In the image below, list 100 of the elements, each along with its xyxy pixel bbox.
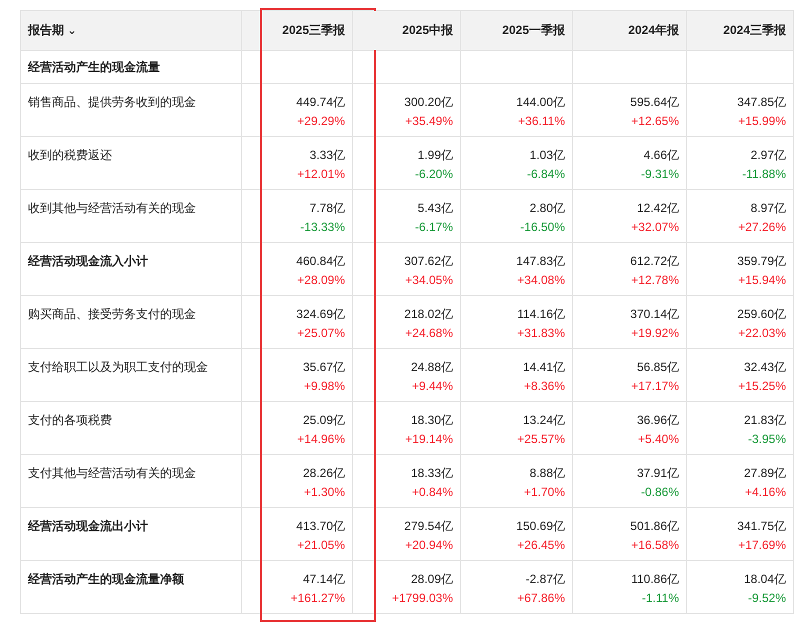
value-text: 144.00亿	[515, 94, 565, 111]
value-text: 1.03亿	[528, 147, 565, 164]
row-label: 销售商品、提供劳务收到的现金	[20, 84, 242, 136]
value-text: 612.72亿	[629, 253, 679, 270]
change-text: -3.95%	[746, 431, 786, 448]
value-text: 5.43亿	[416, 200, 453, 217]
change-text: +27.26%	[737, 219, 786, 236]
column-header: 2024年报	[572, 10, 686, 50]
section-title: 经营活动产生的现金流量	[20, 50, 242, 84]
value-text: 1.99亿	[416, 147, 453, 164]
value-text: 24.88亿	[410, 359, 453, 376]
change-text: +28.09%	[296, 272, 345, 289]
change-text: +1.70%	[522, 484, 565, 501]
row-label: 购买商品、接受劳务支付的现金	[20, 296, 242, 348]
value-text: 347.85亿	[736, 94, 786, 111]
change-text: +32.07%	[630, 219, 679, 236]
change-text: +161.27%	[290, 590, 345, 607]
change-text: +9.44%	[410, 378, 453, 395]
value-text: 12.42亿	[636, 200, 679, 217]
change-text: +31.83%	[516, 325, 565, 342]
value-text: 14.41亿	[522, 359, 565, 376]
row-label: 经营活动产生的现金流量净额	[20, 560, 242, 614]
change-text: +22.03%	[737, 325, 786, 342]
value-text: 3.33亿	[308, 147, 345, 164]
value-text: 110.86亿	[630, 571, 679, 588]
value-text: 370.14亿	[629, 306, 679, 323]
change-text: +35.49%	[404, 113, 453, 130]
change-text: +26.45%	[516, 537, 565, 554]
value-text: 28.09亿	[410, 571, 453, 588]
change-text: +4.16%	[744, 484, 786, 501]
change-text: +5.40%	[636, 431, 679, 448]
value-text: 4.66亿	[642, 147, 679, 164]
change-text: +34.08%	[516, 272, 565, 289]
value-text: 27.89亿	[742, 465, 786, 482]
row-label: 支付给职工以及为职工支付的现金	[20, 348, 242, 402]
column-header: 2025中报	[352, 10, 460, 50]
value-text: 460.84亿	[295, 253, 345, 270]
value-text: 7.78亿	[308, 200, 345, 217]
value-text: 35.67亿	[302, 359, 345, 376]
value-text: 13.24亿	[522, 412, 565, 429]
change-text: +15.25%	[737, 378, 786, 395]
value-text: 18.04亿	[742, 571, 786, 588]
change-text: +1799.03%	[390, 590, 453, 607]
change-text: +19.14%	[404, 431, 453, 448]
change-text: +8.36%	[522, 378, 565, 395]
value-text: 8.97亿	[750, 200, 786, 217]
change-text: +24.68%	[404, 325, 453, 342]
change-text: -1.11%	[640, 590, 679, 607]
value-text: 8.88亿	[528, 465, 565, 482]
value-text: 324.69亿	[295, 306, 345, 323]
row-label: 收到的税费返还	[20, 136, 242, 190]
value-text: 150.69亿	[515, 518, 565, 535]
value-text: 218.02亿	[403, 306, 453, 323]
change-text: +12.65%	[630, 113, 679, 130]
value-text: 341.75亿	[736, 518, 786, 535]
column-header: 2024三季报	[686, 10, 794, 50]
value-text: 21.83亿	[742, 412, 786, 429]
change-text: +15.94%	[737, 272, 786, 289]
value-text: 37.91亿	[636, 465, 679, 482]
value-text: 114.16亿	[516, 306, 565, 323]
value-text: 28.26亿	[302, 465, 345, 482]
value-text: 25.09亿	[302, 412, 345, 429]
row-label: 支付其他与经营活动有关的现金	[20, 454, 242, 508]
value-text: 32.43亿	[742, 359, 786, 376]
value-text: 259.60亿	[736, 306, 786, 323]
value-text: 18.30亿	[410, 412, 453, 429]
change-text: +15.99%	[737, 113, 786, 130]
row-label: 经营活动现金流出小计	[20, 508, 242, 560]
value-text: 279.54亿	[403, 518, 453, 535]
row-label: 收到其他与经营活动有关的现金	[20, 190, 242, 242]
change-text: +29.29%	[296, 113, 345, 130]
value-text: 18.33亿	[410, 465, 453, 482]
change-text: +21.05%	[296, 537, 345, 554]
value-text: 449.74亿	[295, 94, 345, 111]
value-text: 36.96亿	[636, 412, 679, 429]
change-text: +25.07%	[296, 325, 345, 342]
period-dropdown[interactable]: 报告期 ⌄	[28, 22, 77, 39]
value-text: 307.62亿	[403, 253, 453, 270]
change-text: +9.98%	[302, 378, 345, 395]
change-text: +25.57%	[516, 431, 565, 448]
change-text: -16.50%	[519, 219, 565, 236]
change-text: -13.33%	[299, 219, 345, 236]
change-text: -9.52%	[746, 590, 786, 607]
change-text: +17.17%	[630, 378, 679, 395]
change-text: +12.01%	[296, 166, 345, 183]
change-text: -11.88%	[741, 166, 786, 183]
change-text: -6.17%	[414, 219, 453, 236]
value-text: 359.79亿	[736, 253, 786, 270]
row-label: 经营活动现金流入小计	[20, 242, 242, 296]
value-text: 2.97亿	[750, 147, 786, 164]
value-text: 147.83亿	[515, 253, 565, 270]
change-text: -9.31%	[640, 166, 679, 183]
change-text: -0.86%	[640, 484, 679, 501]
change-text: +67.86%	[516, 590, 565, 607]
change-text: -6.84%	[526, 166, 565, 183]
change-text: +16.58%	[630, 537, 679, 554]
value-text: 2.80亿	[528, 200, 565, 217]
value-text: 501.86亿	[629, 518, 679, 535]
change-text: +19.92%	[630, 325, 679, 342]
change-text: +12.78%	[630, 272, 679, 289]
